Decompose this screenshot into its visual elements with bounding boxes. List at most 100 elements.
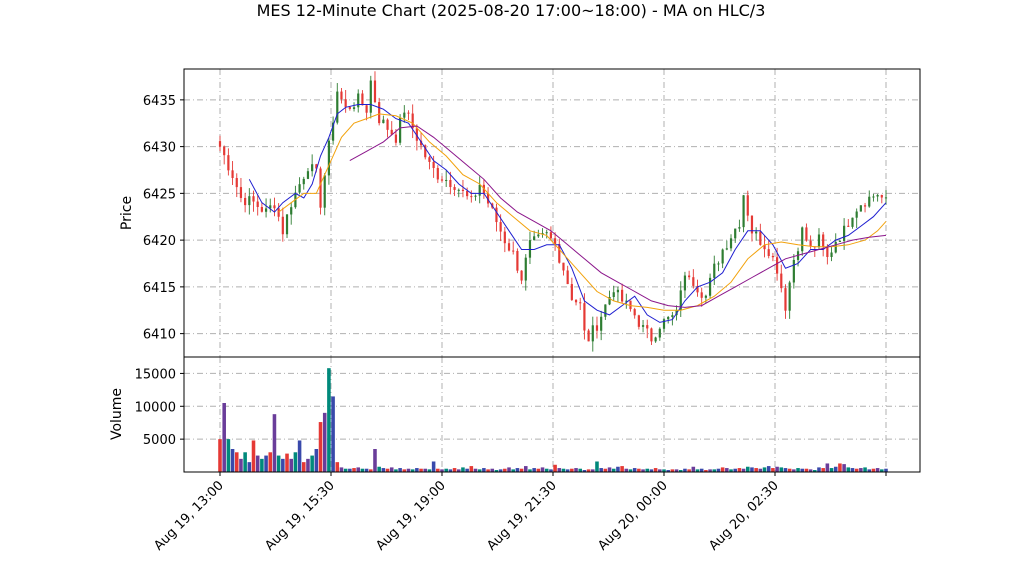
candle-body <box>574 299 578 303</box>
candle-body <box>834 241 837 253</box>
volume-bar <box>540 467 545 472</box>
candle-body <box>654 337 657 342</box>
volume-bar <box>762 467 767 472</box>
candle-body <box>884 197 888 199</box>
candle-body <box>671 315 674 318</box>
candle-body <box>281 216 284 235</box>
price-tick-label: 6430 <box>143 141 176 156</box>
candle-body <box>378 102 381 124</box>
volume-bar <box>595 461 599 472</box>
volume-bar <box>297 440 302 472</box>
candle-body <box>612 292 615 297</box>
volume-bar <box>754 468 758 472</box>
candle-body <box>503 231 506 244</box>
candle-body <box>386 119 389 130</box>
candle-body <box>855 211 858 218</box>
volume-bar <box>339 467 344 472</box>
candle-body <box>474 195 477 197</box>
candle-body <box>863 205 867 207</box>
candle-body <box>399 117 402 143</box>
candle-body <box>621 289 624 302</box>
candle-body <box>780 273 783 289</box>
volume-bar <box>599 468 603 472</box>
candle-body <box>327 140 331 176</box>
candle-body <box>319 168 322 208</box>
candle-body <box>755 231 758 234</box>
volume-bar <box>222 403 226 472</box>
x-tick-label: Aug 19, 15:30 <box>262 478 338 554</box>
volume-bar <box>838 463 842 472</box>
candle-body <box>566 270 569 285</box>
candle-body <box>457 189 460 191</box>
candle-body <box>323 175 326 208</box>
candle-body <box>436 167 439 180</box>
candle-body <box>453 187 456 190</box>
candle-body <box>499 222 502 232</box>
candle-body <box>432 161 435 168</box>
volume-bar <box>825 463 830 472</box>
candle-body <box>537 234 540 237</box>
candle-body <box>227 155 230 171</box>
candle-body <box>667 317 670 320</box>
candle-body <box>805 227 808 241</box>
candle-body <box>512 250 515 252</box>
volume-bar <box>234 452 239 472</box>
volume-bar <box>281 458 285 472</box>
volume-bar <box>314 449 319 472</box>
volume-bar <box>389 467 394 472</box>
candle-body <box>365 105 368 113</box>
candle-body <box>604 304 607 317</box>
candle-body <box>717 263 720 265</box>
candle-body <box>641 325 645 327</box>
candle-body <box>633 309 636 316</box>
candle-body <box>725 248 728 250</box>
candle-body <box>759 231 762 245</box>
candle-body <box>843 225 846 241</box>
volume-bar <box>817 467 821 472</box>
volume-bar <box>322 412 327 472</box>
volume-bar <box>875 468 880 472</box>
candle-body <box>516 250 519 271</box>
candle-body <box>440 179 444 181</box>
candle-body <box>872 196 875 198</box>
candle-body <box>285 214 289 235</box>
volume-tick-label: 15000 <box>135 367 176 382</box>
volume-bar <box>373 449 377 472</box>
volume-bar <box>620 466 624 472</box>
volume-bar <box>461 467 465 472</box>
candle-body <box>658 328 661 338</box>
volume-bar <box>507 467 511 472</box>
volume-bar <box>268 452 273 472</box>
candle-body <box>646 325 649 329</box>
volume-bar <box>842 464 846 472</box>
volume-bar <box>306 458 310 472</box>
volume-bar <box>574 468 578 472</box>
candle-body <box>524 257 527 281</box>
candle-body <box>223 146 226 156</box>
candle-body <box>692 277 695 286</box>
candle-body <box>591 325 594 342</box>
volume-bar <box>482 468 486 472</box>
candle-body <box>256 201 259 207</box>
volume-tick-label: 5000 <box>143 433 176 448</box>
price-tick-label: 6420 <box>143 234 176 249</box>
volume-bar <box>607 467 612 472</box>
candle-body <box>218 141 222 147</box>
candle-body <box>407 112 410 114</box>
volume-bar <box>327 368 331 472</box>
candle-body <box>495 207 498 223</box>
price-panel <box>183 68 921 358</box>
candle-body <box>562 262 565 271</box>
volume-bar <box>632 468 637 472</box>
candle-body <box>507 243 511 251</box>
candle-body <box>528 240 532 258</box>
candle-body <box>302 178 305 185</box>
candle-body <box>382 119 385 124</box>
volume-bar <box>230 449 235 472</box>
x-tick-label: Aug 20, 00:00 <box>595 478 671 554</box>
candle-body <box>688 275 691 278</box>
volume-bar <box>226 439 231 472</box>
candle-body <box>826 246 829 257</box>
x-tick-label: Aug 19, 21:30 <box>484 478 560 554</box>
volume-bar <box>293 452 298 472</box>
